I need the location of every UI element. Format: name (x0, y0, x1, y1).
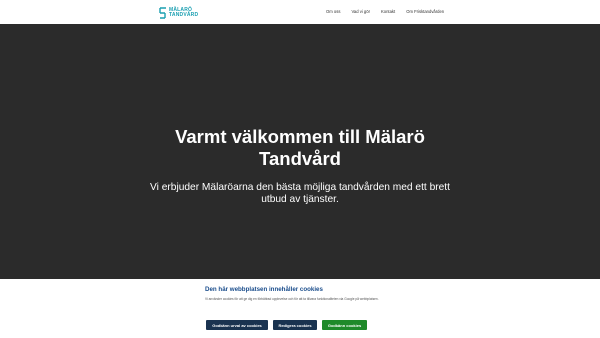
accept-cookies-button[interactable]: Godkänn cookies (322, 320, 367, 330)
nav-item-kontakt[interactable]: Kontakt (381, 9, 395, 14)
cookie-banner-text: Vi använder cookies för att ge dig en fö… (205, 297, 379, 301)
logo-text: MÄLARÖ TANDVÅRD (169, 8, 198, 18)
cookie-banner: Den här webbplatsen innehåller cookies V… (0, 279, 600, 338)
site-header: MÄLARÖ TANDVÅRD Om oss Vad vi gör Kontak… (0, 0, 600, 24)
cookie-banner-title: Den här webbplatsen innehåller cookies (205, 286, 323, 293)
nav-item-vad-vi-gor[interactable]: Vad vi gör (351, 9, 370, 14)
logo-line-2: TANDVÅRD (169, 12, 199, 18)
hero-title: Varmt välkommen till Mälarö Tandvård (175, 126, 425, 169)
hero-section: Varmt välkommen till Mälarö Tandvård Vi … (0, 24, 600, 279)
accept-selected-cookies-button[interactable]: Godkänn urval av cookies (206, 320, 268, 330)
site-logo[interactable]: MÄLARÖ TANDVÅRD (159, 7, 198, 19)
hero-subtitle: Vi erbjuder Mälaröarna den bästa möjliga… (150, 182, 450, 205)
nav-item-om-frisktandvarden[interactable]: Om Frisktandvården (406, 9, 444, 14)
nav-item-om-oss[interactable]: Om oss (326, 9, 340, 14)
tooth-logo-icon (159, 7, 166, 19)
main-nav: Om oss Vad vi gör Kontakt Om Frisktandvå… (326, 9, 444, 14)
edit-cookies-button[interactable]: Redigera cookies (273, 320, 317, 330)
